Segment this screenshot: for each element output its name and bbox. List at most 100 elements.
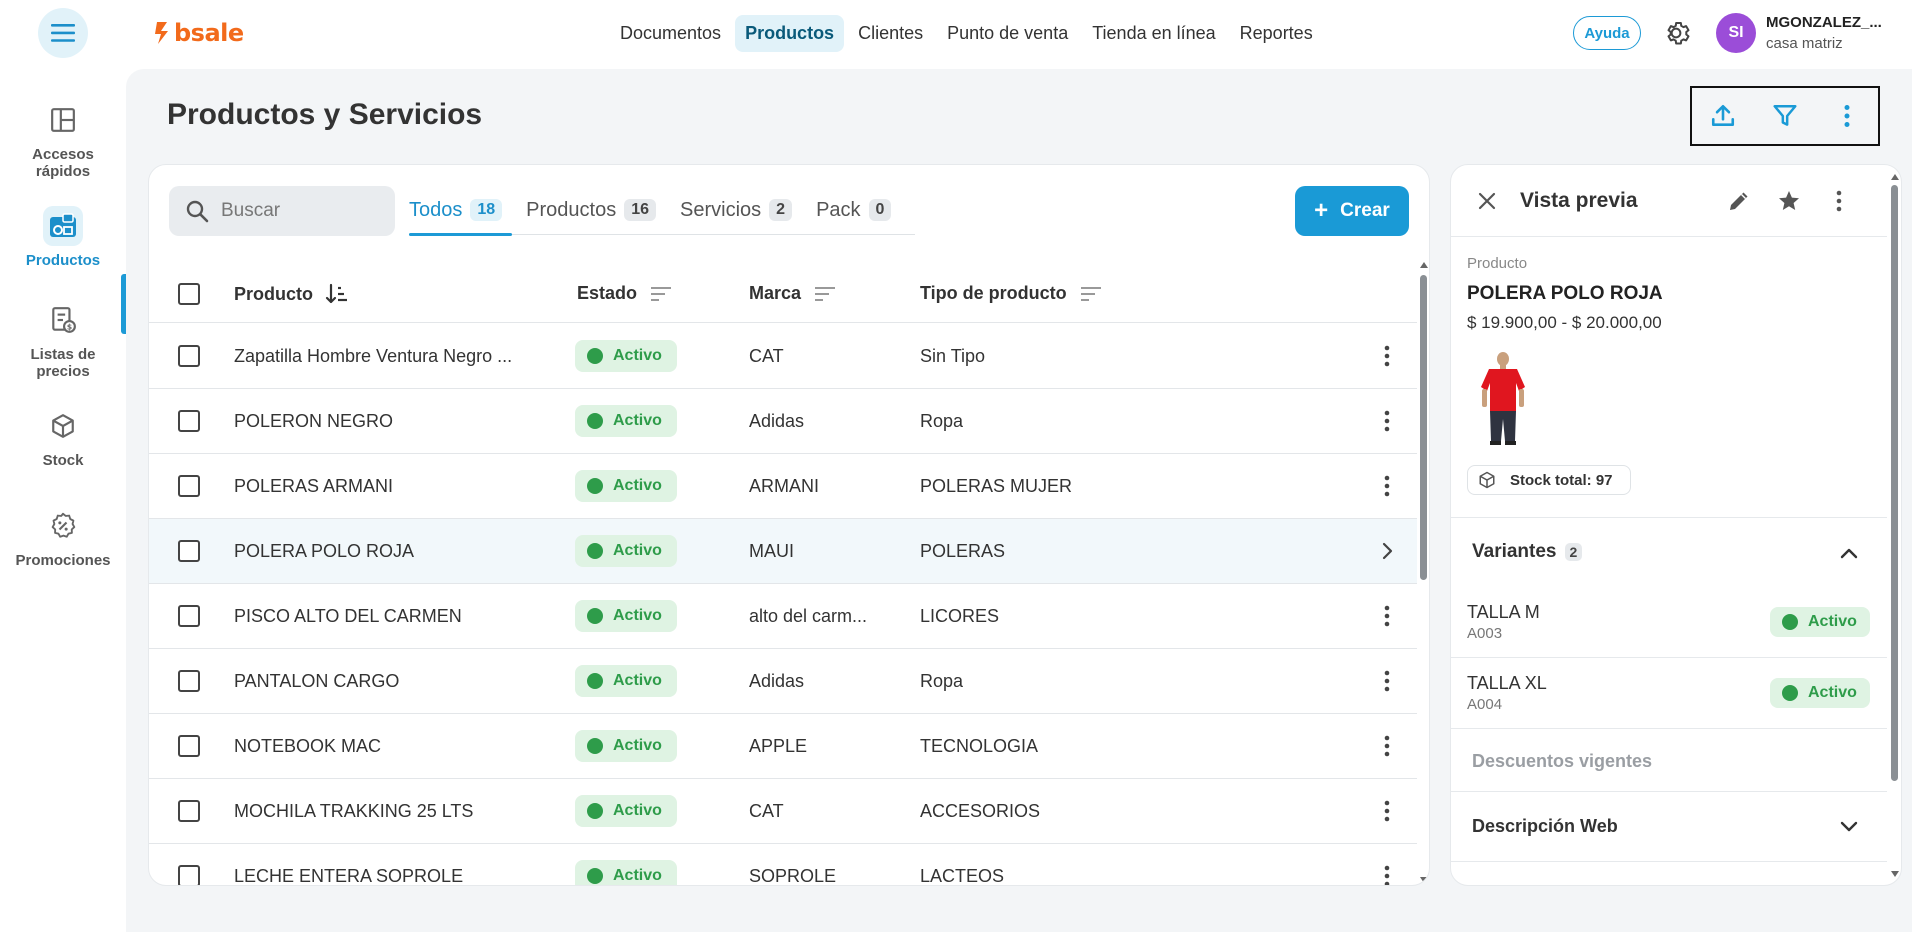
cell-producto: PANTALON CARGO <box>234 671 400 691</box>
status-dot <box>587 803 603 819</box>
column-marca[interactable]: Marca <box>749 283 837 304</box>
row-checkbox[interactable] <box>178 540 200 562</box>
row-checkbox[interactable] <box>178 670 200 692</box>
table-row[interactable]: Zapatilla Hombre Ventura Negro ... Activo… <box>149 324 1417 389</box>
nav-productos[interactable]: Productos <box>735 14 845 52</box>
more-options-button[interactable] <box>1830 99 1864 133</box>
kebab-icon <box>1844 105 1850 127</box>
column-label: Producto <box>234 283 313 304</box>
table-row[interactable]: LECHE ENTERA SOPROLE Activo SOPROLE LACTEOS <box>149 844 1417 885</box>
tab-label: Servicios <box>680 198 762 221</box>
create-button[interactable]: + Crear <box>1295 186 1409 236</box>
table-row[interactable]: POLERAS ARMANI Activo ARMANI POLERAS MUJER <box>149 454 1417 519</box>
sidebar-item-listas-de-precios[interactable]: $ Listas de precios <box>0 300 126 380</box>
table-row[interactable]: NOTEBOOK MAC Activo APPLE TECNOLOGIA <box>149 714 1417 779</box>
bsale-logo[interactable]: bsale <box>153 16 244 50</box>
scrollbar-thumb[interactable] <box>1891 185 1898 781</box>
nav-reportes[interactable]: Reportes <box>1230 15 1323 52</box>
help-button[interactable]: Ayuda <box>1573 16 1641 50</box>
price-list-icon: $ <box>43 300 83 340</box>
cell-producto: NOTEBOOK MAC <box>234 736 382 756</box>
nav-punto-de-venta[interactable]: Punto de venta <box>937 15 1078 52</box>
table-row[interactable]: MOCHILA TRAKKING 25 LTS Activo CAT ACCESORI… <box>149 779 1417 844</box>
row-checkbox[interactable] <box>178 735 200 757</box>
gear-icon <box>1667 22 1690 45</box>
row-checkbox[interactable] <box>178 345 200 367</box>
user-avatar[interactable]: SI <box>1716 13 1756 53</box>
user-name[interactable]: MGONZALEZ_... <box>1766 14 1882 31</box>
export-button[interactable] <box>1706 99 1740 133</box>
status-dot <box>1782 685 1798 701</box>
column-label: Estado <box>577 283 638 303</box>
open-preview-button[interactable] <box>1373 537 1401 565</box>
cell-marca: alto del carm... <box>749 606 868 626</box>
row-checkbox[interactable] <box>178 410 200 432</box>
filter-button[interactable] <box>1768 99 1802 133</box>
sidebar-item-productos[interactable]: Productos <box>0 206 126 269</box>
sort-icon <box>815 286 836 301</box>
row-menu-button[interactable] <box>1373 732 1401 760</box>
tab-count: 18 <box>470 199 503 221</box>
scrollbar-thumb[interactable] <box>1420 275 1427 580</box>
scroll-up-arrow-icon <box>1420 262 1428 268</box>
sidebar-item-label: Productos <box>25 252 101 269</box>
product-type-tabs: Todos 18 Productos 16 Servicios 2 Pack 0 <box>409 193 916 236</box>
table-row[interactable]: PANTALON CARGO Activo Adidas Ropa <box>149 649 1417 714</box>
search-box[interactable] <box>169 186 395 236</box>
cell-marca: CAT <box>749 346 784 366</box>
nav-documentos[interactable]: Documentos <box>610 15 731 52</box>
row-checkbox[interactable] <box>178 475 200 497</box>
table-scrollbar[interactable] <box>1417 259 1429 885</box>
edit-button[interactable] <box>1723 185 1755 217</box>
status-badge: Activo <box>575 860 677 885</box>
tab-count: 0 <box>868 199 892 221</box>
sidebar-item-accesos-rapidos[interactable]: Accesos rápidos <box>0 100 126 180</box>
divider <box>1451 728 1887 729</box>
tab-servicios[interactable]: Servicios 2 <box>680 193 802 235</box>
row-menu-button[interactable] <box>1373 407 1401 435</box>
row-menu-button[interactable] <box>1373 797 1401 825</box>
preview-scrollbar[interactable] <box>1887 165 1901 885</box>
status-badge: Activo <box>575 470 677 502</box>
column-estado[interactable]: Estado <box>577 283 673 304</box>
search-icon <box>186 200 209 223</box>
nav-clientes[interactable]: Clientes <box>848 15 933 52</box>
web-description-header[interactable]: Descripción Web <box>1472 816 1618 837</box>
row-menu-button[interactable] <box>1373 342 1401 370</box>
scroll-up-arrow-icon <box>1891 174 1899 180</box>
variants-section-header[interactable]: Variantes 2 <box>1472 541 1583 563</box>
select-all-checkbox[interactable] <box>178 283 200 305</box>
table-row[interactable]: PISCO ALTO DEL CARMEN Activo alto del carm… <box>149 584 1417 649</box>
status-badge: Activo <box>575 340 677 372</box>
column-tipo-de-producto[interactable]: Tipo de producto <box>920 283 1103 304</box>
collapse-variants-button[interactable] <box>1835 539 1863 567</box>
nav-tienda-en-linea[interactable]: Tienda en línea <box>1082 15 1225 52</box>
row-checkbox[interactable] <box>178 605 200 627</box>
row-menu-button[interactable] <box>1373 862 1401 885</box>
variant-name: TALLA XL <box>1467 673 1547 693</box>
favorite-button[interactable] <box>1773 185 1805 217</box>
tab-productos[interactable]: Productos 16 <box>526 193 666 235</box>
table-row[interactable]: POLERON NEGRO Activo Adidas Ropa <box>149 389 1417 454</box>
hamburger-menu-button[interactable] <box>38 8 88 58</box>
row-menu-button[interactable] <box>1373 667 1401 695</box>
search-input[interactable] <box>221 200 381 222</box>
row-checkbox[interactable] <box>178 800 200 822</box>
tab-pack[interactable]: Pack 0 <box>816 193 901 235</box>
sidebar-item-promociones[interactable]: Promociones <box>0 506 126 569</box>
close-preview-button[interactable] <box>1471 185 1503 217</box>
row-checkbox[interactable] <box>178 865 200 885</box>
preview-more-button[interactable] <box>1823 185 1855 217</box>
product-image[interactable] <box>1473 349 1533 445</box>
settings-button[interactable] <box>1661 18 1691 48</box>
kebab-icon <box>1384 735 1390 757</box>
tab-todos[interactable]: Todos 18 <box>409 193 513 236</box>
sidebar-item-stock[interactable]: Stock <box>0 406 126 469</box>
table-row[interactable]: POLERA POLO ROJA Activo MAUI POLERAS <box>149 519 1417 584</box>
column-producto[interactable]: Producto <box>234 283 349 305</box>
chevron-right-icon <box>1382 542 1393 560</box>
row-menu-button[interactable] <box>1373 472 1401 500</box>
expand-web-description-button[interactable] <box>1835 813 1863 841</box>
row-menu-button[interactable] <box>1373 602 1401 630</box>
kebab-icon <box>1384 865 1390 885</box>
